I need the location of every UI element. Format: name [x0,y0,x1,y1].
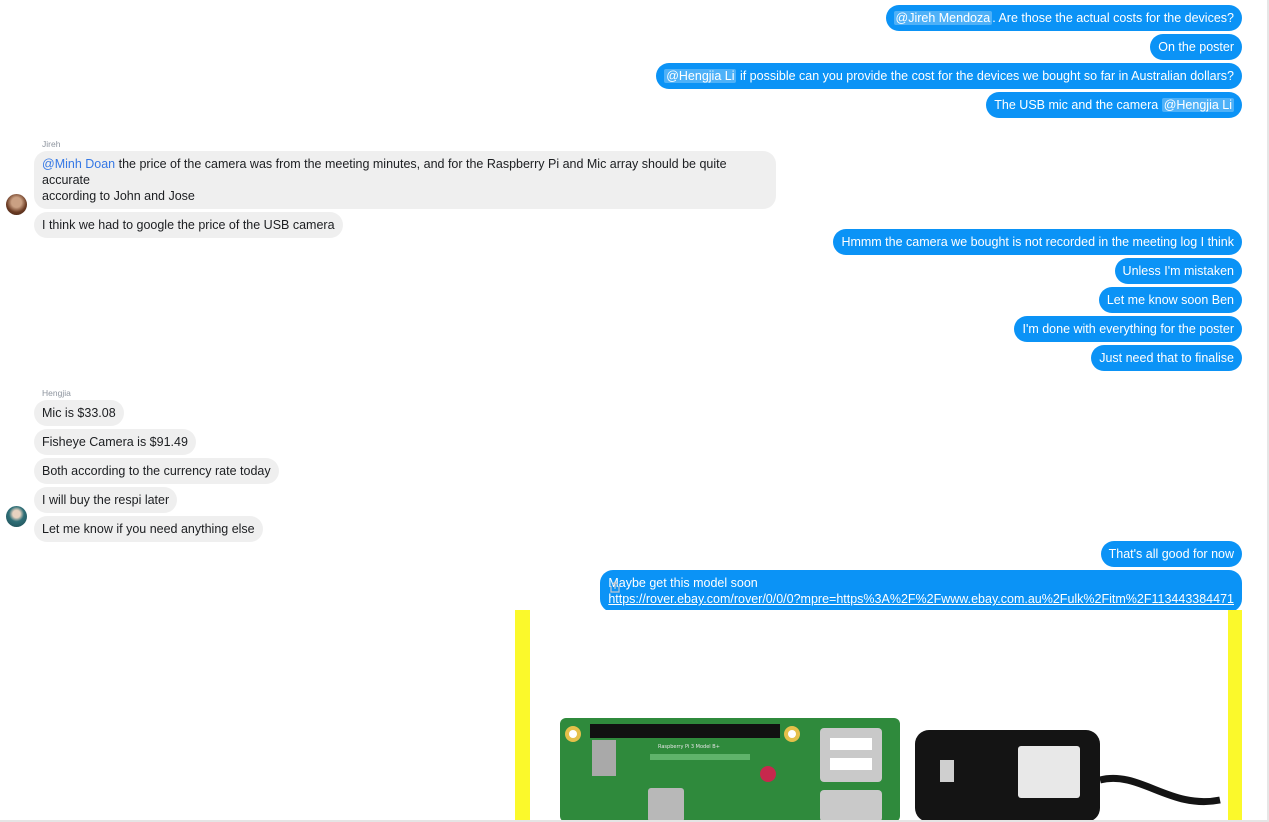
message-bubble[interactable]: Mic is $33.08 [34,400,124,426]
incoming-group-jireh: Jireh @Minh Doan the price of the camera… [34,139,776,241]
message-bubble[interactable]: @Minh Doan the price of the camera was f… [34,151,776,209]
message-text: the price of the camera was from the mee… [42,157,727,187]
message-text: according to John and Jose [42,189,195,203]
message-bubble[interactable]: Fisheye Camera is $91.49 [34,429,196,455]
ebay-link[interactable]: https://rover.ebay.com/rover/0/0/0?mpre=… [608,592,1234,606]
message-text: Both according to the currency rate toda… [42,464,271,478]
message-text: I'm done with everything for the poster [1022,322,1234,336]
mention-minh[interactable]: @Minh Doan [42,157,115,171]
message-text: That's all good for now [1108,547,1234,561]
message-text: Hmmm the camera we bought is not recorde… [841,235,1234,249]
message-text: The USB mic and the camera [994,98,1162,112]
message-bubble[interactable]: @Hengjia Li if possible can you provide … [656,63,1242,89]
message-text: if possible can you provide the cost for… [736,69,1234,83]
avatar[interactable] [6,194,27,215]
message-bubble[interactable]: Both according to the currency rate toda… [34,458,279,484]
message-bubble[interactable]: On the poster [1150,34,1242,60]
message-text: I will buy the respi later [42,493,170,507]
message-text: On the poster [1158,40,1234,54]
message-text: Unless I'm mistaken [1122,264,1234,278]
message-text: Mic is $33.08 [42,406,116,420]
outgoing-group-1: @Jireh Mendoza. Are those the actual cos… [656,5,1242,121]
share-icon[interactable] [608,580,622,594]
message-bubble[interactable]: That's all good for now [1100,541,1242,567]
message-bubble[interactable]: The USB mic and the camera @Hengjia Li [986,92,1242,118]
mention-hengjia[interactable]: @Hengjia Li [664,69,737,83]
message-thread: @Jireh Mendoza. Are those the actual cos… [0,0,1269,822]
raspberry-pi-photo: Raspberry Pi 3 Model B+ [530,610,1228,822]
incoming-group-hengjia: Hengjia Mic is $33.08 Fisheye Camera is … [34,388,279,545]
message-text: Fisheye Camera is $91.49 [42,435,188,449]
message-bubble[interactable]: I will buy the respi later [34,487,178,513]
message-text: Just need that to finalise [1099,351,1234,365]
message-bubble[interactable]: @Jireh Mendoza. Are those the actual cos… [885,5,1242,31]
avatar[interactable] [6,506,27,527]
mention-jireh[interactable]: @Jireh Mendoza [893,11,993,25]
message-bubble[interactable]: Unless I'm mistaken [1114,258,1242,284]
outgoing-group-2: Hmmm the camera we bought is not recorde… [833,229,1242,374]
message-bubble[interactable]: Maybe get this model soon https://rover.e… [600,570,1242,612]
message-bubble[interactable]: Let me know if you need anything else [34,516,263,542]
message-text: I think we had to google the price of th… [42,218,335,232]
message-bubble[interactable]: I think we had to google the price of th… [34,212,343,238]
message-text: Let me know if you need anything else [42,522,255,536]
message-bubble[interactable]: Hmmm the camera we bought is not recorde… [833,229,1242,255]
message-bubble[interactable]: Let me know soon Ben [1098,287,1242,313]
message-bubble[interactable]: Just need that to finalise [1091,345,1242,371]
message-text: Maybe get this model soon [608,576,758,590]
message-text: Let me know soon Ben [1106,293,1234,307]
message-text: . Are those the actual costs for the dev… [992,11,1234,25]
sender-name: Jireh [42,139,61,149]
image-attachment[interactable]: Raspberry Pi 3 Model B+ [515,610,1242,822]
mention-hengjia[interactable]: @Hengjia Li [1161,98,1234,112]
outgoing-group-3: That's all good for now Maybe get this m… [600,541,1242,615]
sender-name: Hengjia [42,388,71,398]
message-bubble[interactable]: I'm done with everything for the poster [1014,316,1242,342]
svg-text:Raspberry Pi 3 Model B+: Raspberry Pi 3 Model B+ [658,744,720,750]
